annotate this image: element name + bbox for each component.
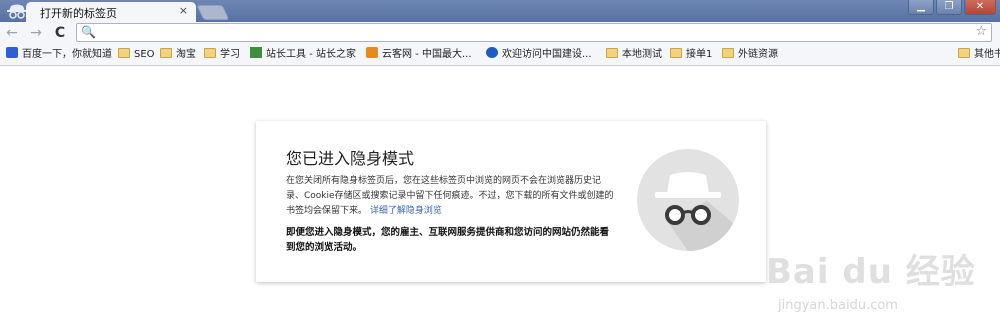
- close-window-button[interactable]: ✕: [964, 0, 996, 15]
- bookmark-star-icon[interactable]: ☆: [975, 24, 987, 39]
- window-controls: ▁ ❐ ✕: [908, 0, 996, 15]
- bookmark-folder-seo[interactable]: SEO: [118, 47, 155, 63]
- bookmark-chinaz[interactable]: 站长工具 - 站长之家: [250, 47, 356, 63]
- folder-icon: [118, 48, 130, 58]
- reload-button[interactable]: C: [52, 25, 68, 41]
- bookmark-folder-links[interactable]: 外链资源: [722, 47, 778, 63]
- new-tab-button[interactable]: [196, 5, 230, 20]
- folder-icon: [160, 48, 172, 58]
- bookmarks-bar: 百度一下，你就知道 SEO 淘宝 学习 站长工具 - 站长之家 云客网 - 中国…: [0, 44, 1000, 66]
- watermark-url: jingyan.baidu.com: [778, 298, 898, 313]
- ccb-icon: [486, 47, 498, 58]
- title-bar: 打开新的标签页 × ▁ ❐ ✕: [0, 0, 1000, 22]
- watermark-brand: Bai du 经验: [766, 252, 976, 292]
- tab-new-tab[interactable]: 打开新的标签页 ×: [26, 2, 196, 22]
- address-bar[interactable]: 🔍 ☆: [76, 23, 992, 42]
- bookmark-folder-other[interactable]: 其他书: [958, 47, 1000, 63]
- bookmark-folder-local-test[interactable]: 本地测试: [606, 47, 662, 63]
- baidu-icon: [6, 47, 18, 58]
- folder-icon: [606, 48, 618, 58]
- incognito-spy-icon: [637, 149, 739, 251]
- search-icon: 🔍: [81, 25, 96, 39]
- incognito-warning: 即便您进入隐身模式，您的雇主、互联网服务提供商和您访问的网站仍然能看到您的浏览活…: [286, 227, 610, 253]
- forward-button[interactable]: →: [28, 25, 44, 41]
- folder-icon: [204, 48, 216, 58]
- folder-icon: [958, 48, 970, 58]
- baidu-jingyan-watermark: Bai du 经验 jingyan.baidu.com: [766, 244, 996, 324]
- incognito-description-text: 在您关闭所有隐身标签页后，您在这些标签页中浏览的网页不会在浏览器历史记录、Coo…: [286, 176, 614, 216]
- toolbar: ← → C 🔍 ☆: [0, 22, 1000, 44]
- incognito-description: 在您关闭所有隐身标签页后，您在这些标签页中浏览的网页不会在浏览器历史记录、Coo…: [286, 174, 618, 219]
- bookmark-folder-study[interactable]: 学习: [204, 47, 240, 63]
- incognito-card: 您已进入隐身模式 在您关闭所有隐身标签页后，您在这些标签页中浏览的网页不会在浏览…: [256, 121, 766, 282]
- close-tab-icon[interactable]: ×: [179, 4, 188, 17]
- incognito-title: 您已进入隐身模式: [286, 149, 415, 168]
- back-button[interactable]: ←: [4, 25, 20, 41]
- chart-icon: [250, 47, 262, 58]
- bookmark-baidu[interactable]: 百度一下，你就知道: [6, 47, 112, 63]
- folder-icon: [722, 48, 734, 58]
- minimize-button[interactable]: ▁: [908, 0, 934, 15]
- learn-more-link[interactable]: 详细了解隐身浏览: [370, 206, 442, 216]
- cloud-icon: [366, 47, 378, 58]
- bookmark-yunke[interactable]: 云客网 - 中国最大...: [366, 47, 472, 63]
- bookmark-folder-order1[interactable]: 接单1: [670, 47, 712, 63]
- restore-button[interactable]: ❐: [936, 0, 962, 15]
- bookmark-ccb[interactable]: 欢迎访问中国建设...: [486, 47, 592, 63]
- bookmark-folder-taobao[interactable]: 淘宝: [160, 47, 196, 63]
- tab-title: 打开新的标签页: [40, 7, 117, 20]
- folder-icon: [670, 48, 682, 58]
